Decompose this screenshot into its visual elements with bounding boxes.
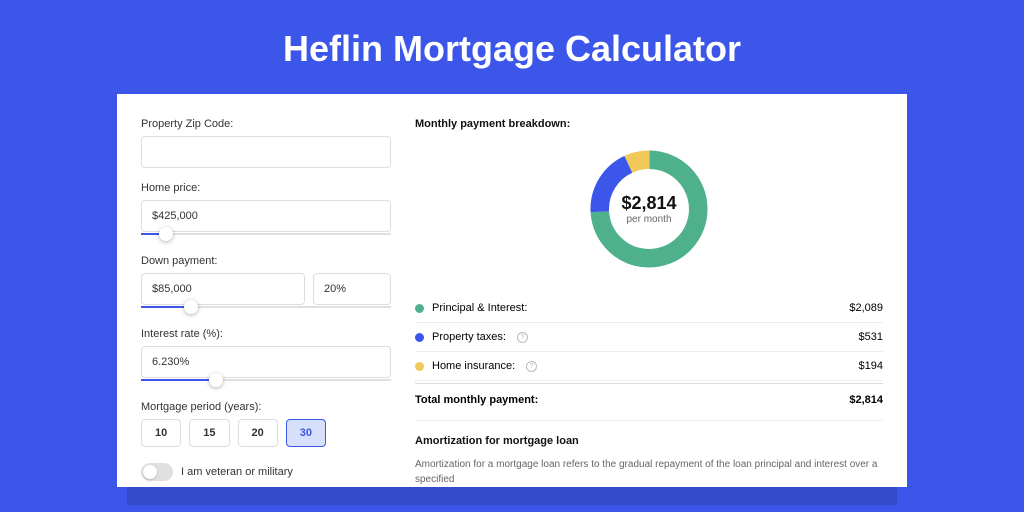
period-buttons: 10 15 20 30: [141, 419, 391, 447]
donut-chart: $2,814 per month: [415, 144, 883, 274]
period-20-button[interactable]: 20: [238, 419, 278, 447]
legend-label: Property taxes:: [432, 331, 506, 343]
down-field: Down payment:: [141, 255, 391, 314]
dot-icon: [415, 304, 424, 313]
breakdown-title: Monthly payment breakdown:: [415, 118, 883, 130]
down-slider[interactable]: [141, 302, 391, 314]
price-input[interactable]: [141, 200, 391, 232]
period-30-button[interactable]: 30: [286, 419, 326, 447]
total-value: $2,814: [849, 394, 883, 406]
center-value: $2,814: [621, 193, 676, 214]
rate-input[interactable]: [141, 346, 391, 378]
total-row: Total monthly payment: $2,814: [415, 383, 883, 420]
legend-row-pi: Principal & Interest: $2,089: [415, 294, 883, 323]
slider-thumb[interactable]: [209, 373, 223, 387]
inputs-panel: Property Zip Code: Home price: Down paym…: [141, 118, 391, 487]
amortization-title: Amortization for mortgage loan: [415, 420, 883, 447]
veteran-label: I am veteran or military: [181, 466, 293, 478]
zip-field: Property Zip Code:: [141, 118, 391, 168]
rate-field: Interest rate (%):: [141, 328, 391, 387]
veteran-toggle[interactable]: [141, 463, 173, 481]
legend-label: Home insurance:: [432, 360, 515, 372]
down-amount-input[interactable]: [141, 273, 305, 305]
period-field: Mortgage period (years): 10 15 20 30: [141, 401, 391, 447]
price-label: Home price:: [141, 182, 391, 194]
period-label: Mortgage period (years):: [141, 401, 391, 413]
legend-label: Principal & Interest:: [432, 302, 527, 314]
down-percent-input[interactable]: [313, 273, 391, 305]
price-slider[interactable]: [141, 229, 391, 241]
zip-label: Property Zip Code:: [141, 118, 391, 130]
calculator-card: Property Zip Code: Home price: Down paym…: [117, 94, 907, 487]
total-label: Total monthly payment:: [415, 394, 538, 406]
rate-slider[interactable]: [141, 375, 391, 387]
center-label: per month: [621, 214, 676, 225]
legend-value: $194: [859, 360, 883, 372]
results-panel: Monthly payment breakdown: $2,814 per mo…: [415, 118, 883, 487]
legend-row-taxes: Property taxes: ? $531: [415, 323, 883, 352]
info-icon[interactable]: ?: [526, 361, 537, 372]
dot-icon: [415, 362, 424, 371]
slider-thumb[interactable]: [159, 227, 173, 241]
period-15-button[interactable]: 15: [189, 419, 229, 447]
rate-label: Interest rate (%):: [141, 328, 391, 340]
price-field: Home price:: [141, 182, 391, 241]
page-title: Heflin Mortgage Calculator: [0, 0, 1024, 94]
legend-value: $2,089: [849, 302, 883, 314]
amortization-text: Amortization for a mortgage loan refers …: [415, 457, 883, 487]
period-10-button[interactable]: 10: [141, 419, 181, 447]
slider-thumb[interactable]: [184, 300, 198, 314]
veteran-row: I am veteran or military: [141, 463, 391, 481]
down-label: Down payment:: [141, 255, 391, 267]
info-icon[interactable]: ?: [517, 332, 528, 343]
legend-value: $531: [859, 331, 883, 343]
zip-input[interactable]: [141, 136, 391, 168]
dot-icon: [415, 333, 424, 342]
legend-row-insurance: Home insurance: ? $194: [415, 352, 883, 381]
